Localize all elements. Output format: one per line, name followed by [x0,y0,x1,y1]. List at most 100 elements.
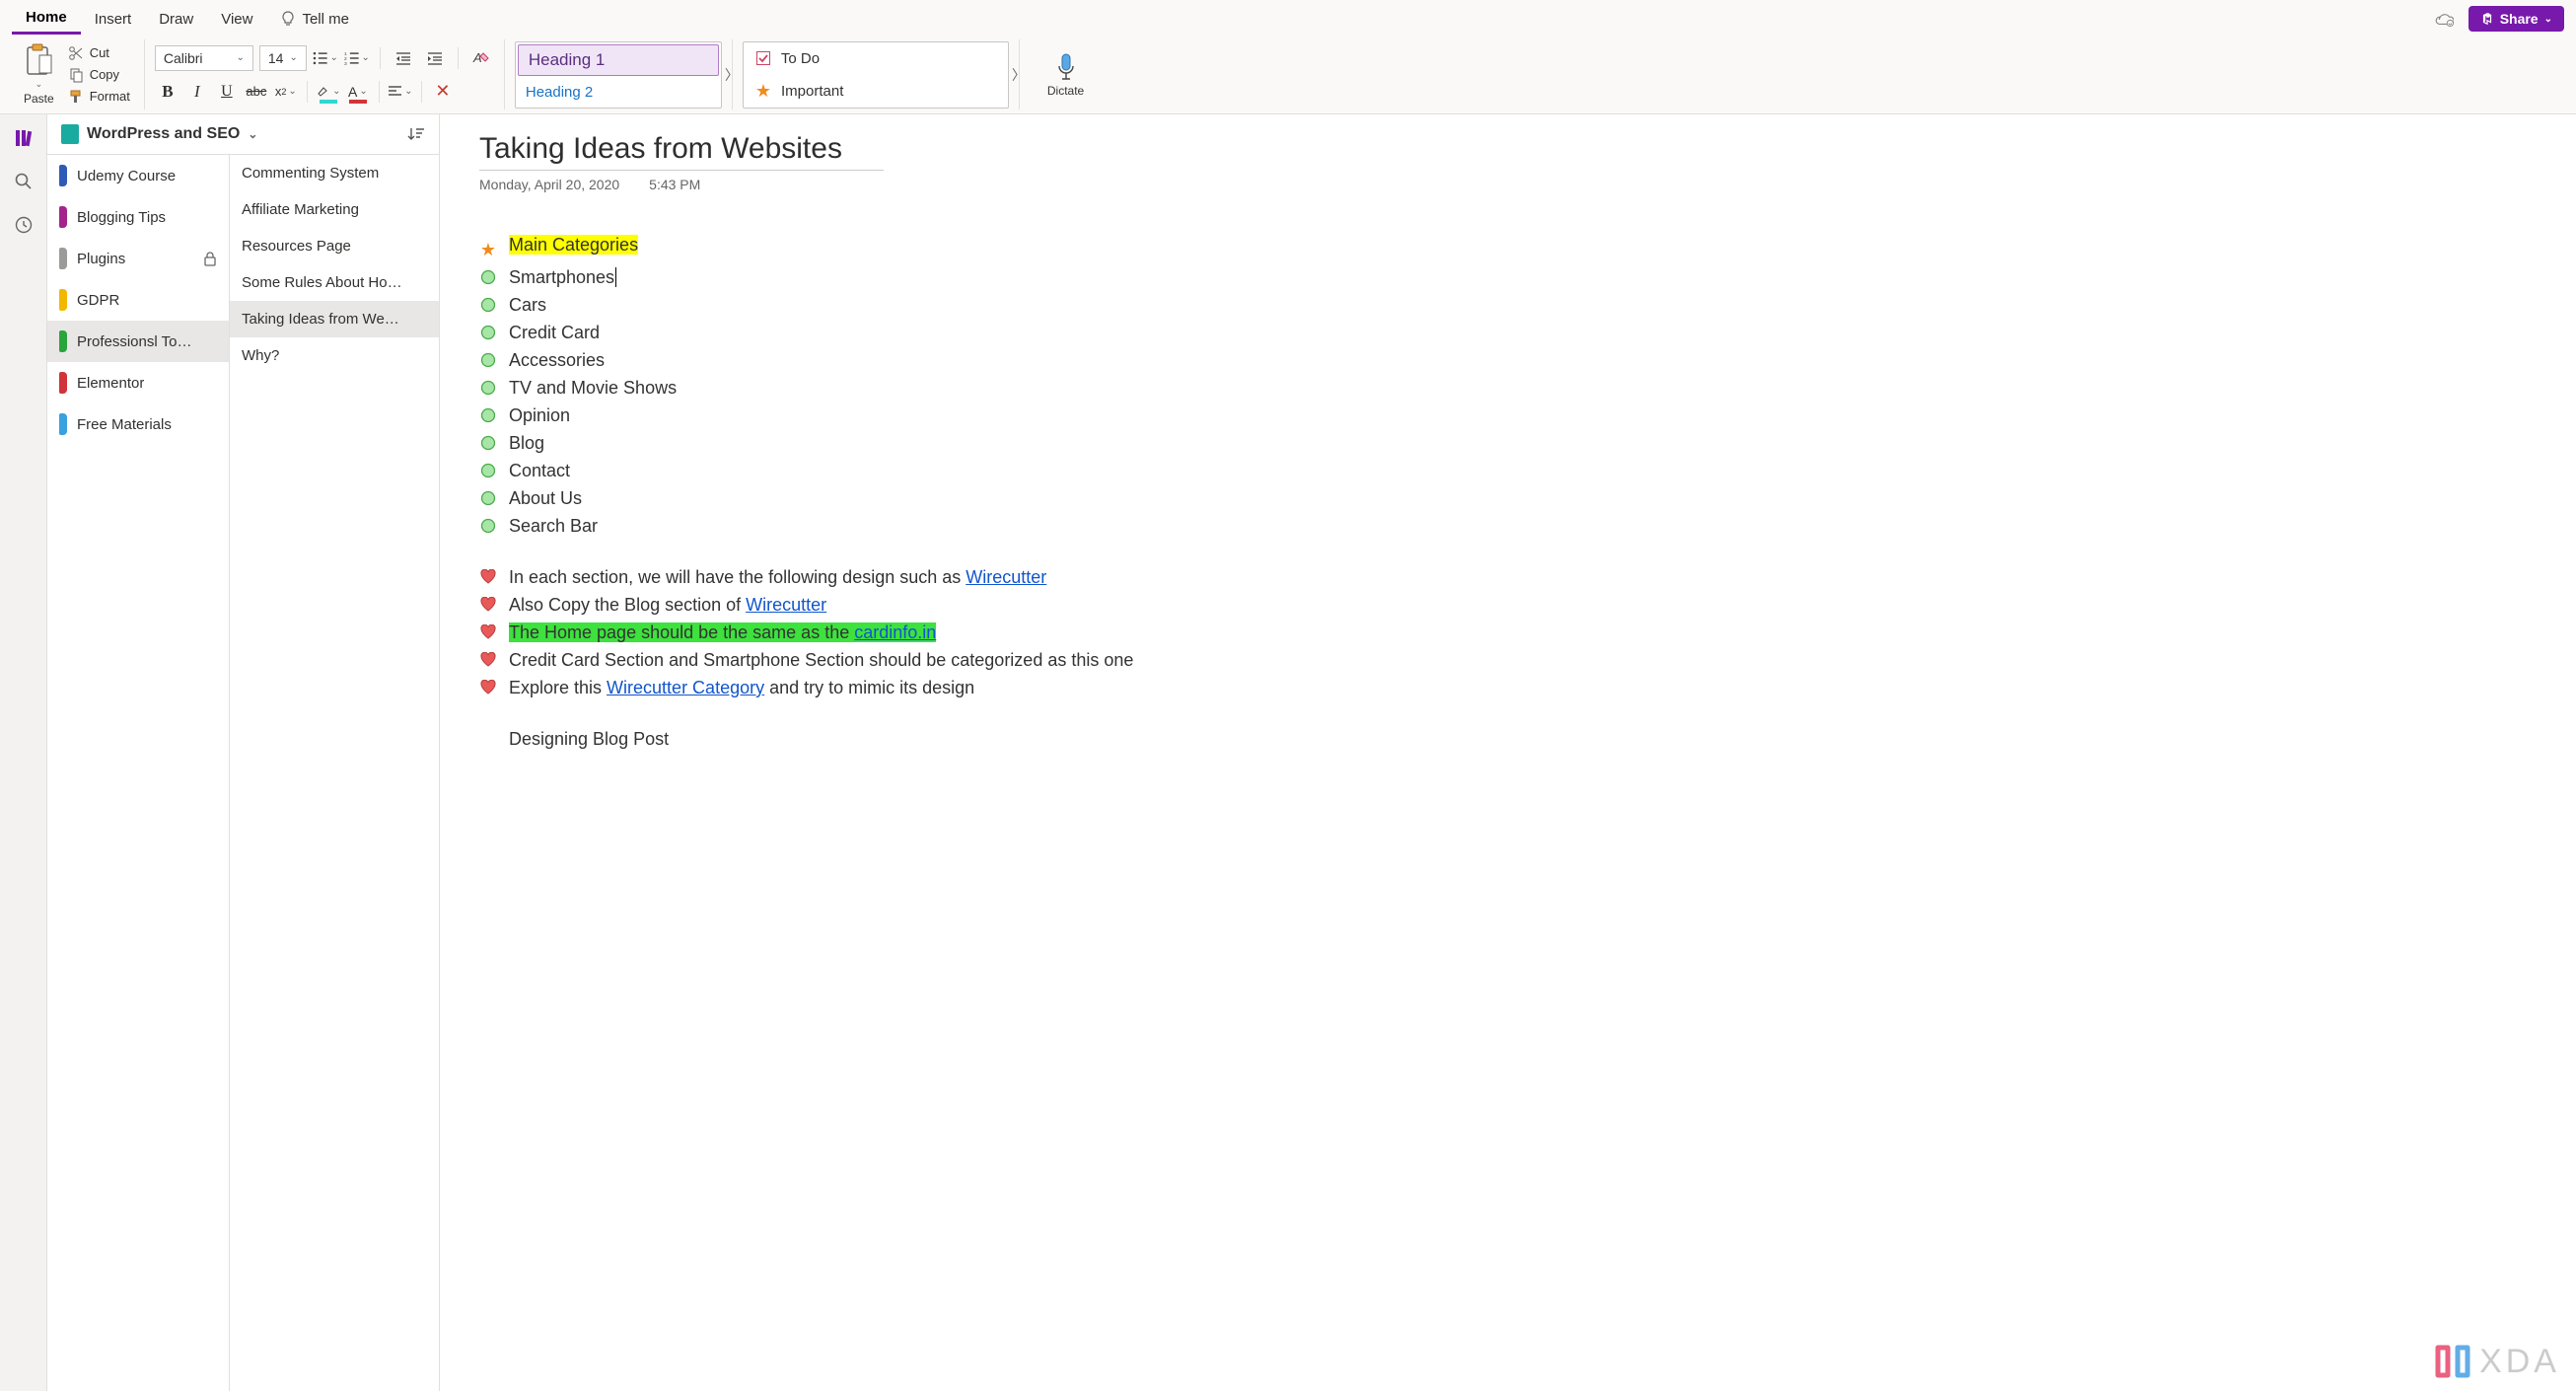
navigation-sidebar: WordPress and SEO ⌄ Udemy Course Bloggin… [47,114,440,1391]
link[interactable]: Wirecutter [966,567,1046,587]
chevron-down-icon: ⌄ [248,127,257,141]
circle-tag-icon [479,325,497,340]
circle-tag-icon [479,435,497,451]
list-item: Opinion [509,403,2537,429]
cut-button[interactable]: Cut [64,43,134,63]
clear-formatting-button[interactable]: A [468,45,494,71]
tab-insert[interactable]: Insert [81,5,146,34]
scissors-icon [68,45,84,61]
note-body[interactable]: ★Main CategoriesSmartphonesCarsCredit Ca… [479,232,2537,753]
note-canvas[interactable]: Taking Ideas from Websites Monday, April… [440,114,2576,1391]
section-color-tab [59,372,67,394]
page-item[interactable]: Commenting System [230,155,439,191]
style-heading2[interactable]: Heading 2 [516,78,721,108]
tag-important[interactable]: ★ Important [744,75,1008,108]
style-heading1[interactable]: Heading 1 [518,44,719,76]
page-item[interactable]: Affiliate Marketing [230,191,439,228]
section-color-tab [59,206,67,228]
dictate-label: Dictate [1047,84,1084,98]
link[interactable]: Wirecutter Category [607,678,764,697]
page-label: Some Rules About Ho… [242,274,402,291]
ribbon: ⌄ Paste Cut Copy Format Calibri⌄ 14⌄ [0,36,2576,114]
share-label: Share [2500,11,2539,27]
copy-icon [68,67,84,83]
indent-button[interactable] [422,45,448,71]
number-list-button[interactable]: 123 [344,45,370,71]
circle-tag-icon [479,380,497,396]
checkbox-icon [755,50,771,66]
styles-more-icon[interactable]: 〉 [725,65,739,85]
subscript-button[interactable]: x2 [273,79,299,105]
note-date: Monday, April 20, 2020 [479,177,619,192]
notebooks-rail-button[interactable] [12,126,36,150]
share-button[interactable]: Share ⌄ [2469,6,2564,32]
sync-status-icon[interactable] [2433,8,2455,30]
note-title[interactable]: Taking Ideas from Websites [479,132,884,171]
tell-me-search[interactable]: Tell me [266,5,363,34]
heart-tag-icon [479,624,497,639]
microphone-icon [1055,52,1077,82]
section-color-tab [59,248,67,269]
page-label: Commenting System [242,165,379,182]
sort-button[interactable] [407,126,425,142]
font-color-button[interactable]: A [345,79,371,105]
underline-button[interactable]: U [214,79,240,105]
circle-tag-icon [479,297,497,313]
section-label: Blogging Tips [77,209,166,226]
align-button[interactable] [388,79,413,105]
section-item[interactable]: GDPR [47,279,229,321]
section-color-tab [59,289,67,311]
section-item[interactable]: Elementor [47,362,229,403]
lock-icon [203,252,217,266]
section-label: Elementor [77,375,144,392]
list-item: In each section, we will have the follow… [509,567,1046,587]
section-item[interactable]: Plugins [47,238,229,279]
notebook-selector[interactable]: WordPress and SEO ⌄ [47,114,439,155]
link[interactable]: Wirecutter [746,595,826,615]
outdent-button[interactable] [391,45,416,71]
tags-more-icon[interactable]: 〉 [1012,65,1026,85]
section-color-tab [59,413,67,435]
dictate-button[interactable]: Dictate [1030,52,1102,98]
section-item[interactable]: Blogging Tips [47,196,229,238]
bullet-list-button[interactable] [313,45,338,71]
section-item[interactable]: Free Materials [47,403,229,445]
tab-draw[interactable]: Draw [145,5,207,34]
copy-button[interactable]: Copy [64,65,134,85]
italic-button[interactable]: I [184,79,210,105]
styles-gallery[interactable]: Heading 1 Heading 2 〉 [515,41,722,109]
notebook-title: WordPress and SEO [87,125,240,143]
star-icon: ★ [755,81,771,102]
paste-button[interactable]: ⌄ Paste [18,43,60,106]
page-item[interactable]: Taking Ideas from We… [230,301,439,337]
highlight-color-button[interactable] [316,79,341,105]
sort-icon [407,126,425,142]
section-item[interactable]: Udemy Course [47,155,229,196]
delete-button[interactable]: ✕ [430,79,456,105]
heart-tag-icon [479,569,497,584]
list-item: Also Copy the Blog section of Wirecutter [509,595,826,615]
tab-home[interactable]: Home [12,3,81,35]
format-painter-button[interactable]: Format [64,87,134,107]
bold-button[interactable]: B [155,79,180,105]
strikethrough-button[interactable]: abc [244,79,269,105]
page-label: Affiliate Marketing [242,201,359,218]
page-item[interactable]: Resources Page [230,228,439,264]
font-size-select[interactable]: 14⌄ [259,45,307,71]
share-icon [2480,12,2494,26]
menu-bar: Home Insert Draw View Tell me Share ⌄ [0,0,2576,36]
tag-todo[interactable]: To Do [744,42,1008,75]
section-label: Professionsl To… [77,333,191,350]
svg-text:3: 3 [344,60,347,64]
list-item: Smartphones [509,264,2537,291]
page-item[interactable]: Why? [230,337,439,374]
link[interactable]: cardinfo.in [854,622,936,642]
page-item[interactable]: Some Rules About Ho… [230,264,439,301]
tab-view[interactable]: View [207,5,266,34]
search-rail-button[interactable] [12,170,36,193]
notebooks-icon [14,128,34,148]
font-name-select[interactable]: Calibri⌄ [155,45,253,71]
tags-gallery[interactable]: To Do ★ Important 〉 [743,41,1009,109]
section-item[interactable]: Professionsl To… [47,321,229,362]
recent-rail-button[interactable] [12,213,36,237]
